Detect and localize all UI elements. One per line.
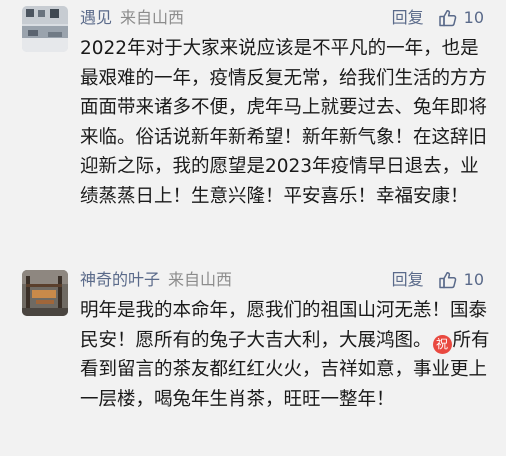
comment-author[interactable]: 遇见 来自山西 [80, 8, 184, 28]
like-count: 10 [463, 8, 484, 27]
avatar[interactable] [22, 270, 68, 316]
thumbs-up-icon [438, 272, 456, 289]
username[interactable]: 神奇的叶子 [80, 270, 160, 289]
reply-button[interactable]: 回复 [392, 270, 424, 290]
comment-actions: 回复 10 [392, 8, 484, 28]
like-button[interactable]: 10 [438, 270, 484, 290]
like-count: 10 [463, 270, 484, 289]
avatar[interactable] [22, 6, 68, 52]
location-label: 来自山西 [120, 8, 185, 27]
comment-text-part: 明年是我的本命年，愿我们的祖国山河无恙！国泰民安！愿所有的兔子大吉大利，大展鸿图… [80, 300, 488, 351]
comment-actions: 回复 10 [392, 270, 484, 290]
comment-text: 2022年对于大家来说应该是不平凡的一年，也是最艰难的一年，疫情反复无常，给我们… [80, 38, 488, 207]
username[interactable]: 遇见 [80, 8, 112, 27]
comment-author[interactable]: 神奇的叶子 来自山西 [80, 270, 232, 290]
avatar-image [22, 6, 68, 52]
blessing-emoji-icon: 祝 [432, 334, 452, 354]
reply-button[interactable]: 回复 [392, 8, 424, 28]
like-button[interactable]: 10 [438, 8, 484, 28]
avatar-image [22, 270, 68, 316]
thumbs-up-icon [438, 10, 456, 27]
location-label: 来自山西 [168, 270, 233, 289]
comment-text: 明年是我的本命年，愿我们的祖国山河无恙！国泰民安！愿所有的兔子大吉大利，大展鸿图… [80, 296, 490, 414]
